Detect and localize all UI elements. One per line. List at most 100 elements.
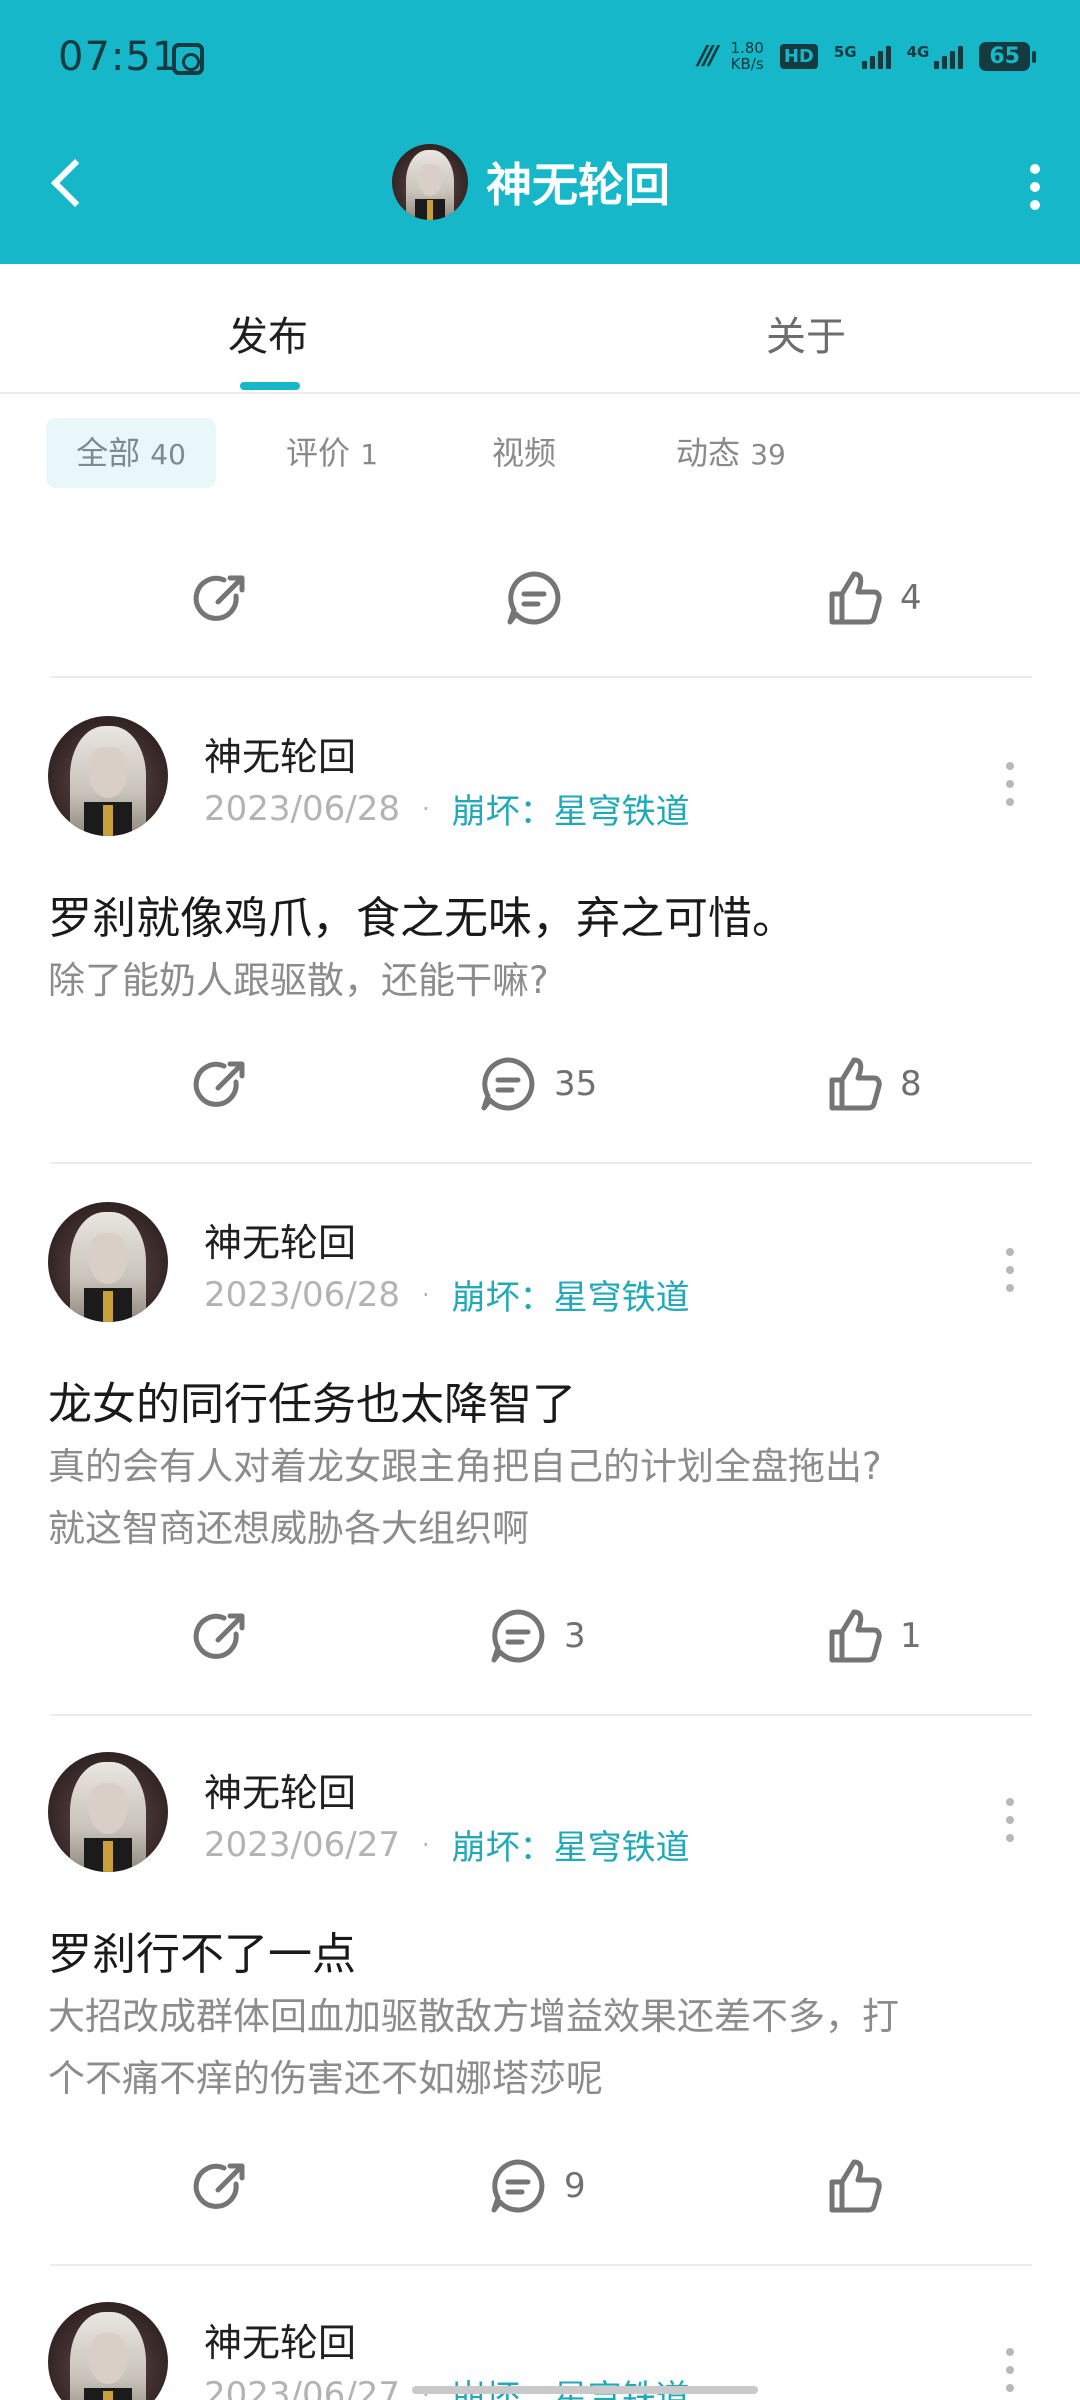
home-indicator[interactable] [412, 2386, 758, 2394]
filter-moments-count: 39 [750, 438, 786, 471]
filter-all-count: 40 [150, 438, 186, 471]
avatar [392, 144, 468, 220]
hd-voice-icon: HD [779, 43, 818, 69]
page-title: 神无轮回 [486, 158, 670, 212]
divider [50, 676, 1032, 678]
thumbs-up-icon [829, 1609, 882, 1663]
comment-button[interactable]: 3 [486, 1596, 586, 1676]
meta-separator: · [421, 1830, 430, 1859]
share-button[interactable] [190, 1044, 254, 1124]
post-feed[interactable]: 4 神无轮回 2023/06/28 · 崩坏：星穹铁道 罗刹就像鸡爪，食之无味，… [0, 506, 1080, 2400]
author-name[interactable]: 神无轮回 [204, 1762, 356, 1817]
post-body-line: 真的会有人对着龙女跟主角把自己的计划全盘拖出? [48, 1445, 882, 1488]
post-body: 除了能奶人跟驱散，还能干嘛? [48, 950, 1038, 1012]
signal-4g-icon: 4G [907, 43, 964, 69]
more-options-button[interactable] [1014, 156, 1054, 216]
post-body: 真的会有人对着龙女跟主角把自己的计划全盘拖出? 就这智商还想威胁各大组织啊 [48, 1436, 1038, 1560]
share-icon [193, 1613, 245, 1659]
post-date: 2023/06/28 [204, 1274, 400, 1315]
divider [50, 1162, 1032, 1164]
net-speed-value: 1.80 [730, 39, 764, 57]
status-time: 07:51 [58, 34, 179, 80]
status-indicators: /// 1.80 KB/s HD 5G 4G 65 [698, 40, 1036, 72]
post-body-line: 就这智商还想威胁各大组织啊 [48, 1507, 529, 1550]
profile-title[interactable]: 神无轮回 [392, 144, 670, 220]
author-name[interactable]: 神无轮回 [204, 2312, 356, 2367]
post-meta: 2023/06/27 · 崩坏：星穹铁道 [204, 1820, 690, 1869]
comment-count: 3 [564, 1616, 586, 1656]
post-title: 龙女的同行任务也太降智了 [48, 1379, 576, 1430]
comment-icon [491, 2159, 545, 2213]
share-button[interactable] [190, 1596, 254, 1676]
comment-button[interactable]: 9 [486, 2146, 586, 2226]
avatar[interactable] [48, 1202, 168, 1322]
post-title: 罗刹行不了一点 [48, 1929, 356, 1980]
filter-moments-label: 动态 [676, 434, 741, 472]
meta-separator: · [421, 794, 430, 823]
back-button[interactable] [40, 152, 100, 212]
filter-all-label: 全部 [76, 434, 141, 472]
post-actions: 4 [0, 558, 1080, 638]
notification-app-icon [172, 43, 204, 75]
comment-icon [481, 1057, 535, 1111]
meta-separator: · [421, 1280, 430, 1309]
post-body: 大招改成群体回血加驱散敌方增益效果还差不多，打 个不痛不痒的伤害还不如娜塔莎呢 [48, 1986, 1038, 2110]
nav-bar: 神无轮回 [0, 130, 1080, 250]
post-date: 2023/06/28 [204, 788, 400, 829]
avatar[interactable] [48, 2302, 168, 2400]
post-more-button[interactable] [1002, 2348, 1018, 2392]
post-body-line: 个不痛不痒的伤害还不如娜塔莎呢 [48, 2057, 603, 2100]
filter-reviews-count: 1 [360, 438, 379, 471]
filter-videos[interactable]: 视频 [492, 418, 556, 488]
share-button[interactable] [190, 2146, 254, 2226]
signal-5g-icon: 5G [834, 43, 891, 69]
like-button[interactable]: 1 [822, 1596, 922, 1676]
share-icon [193, 1061, 245, 1107]
like-count: 1 [900, 1616, 922, 1656]
author-name[interactable]: 神无轮回 [204, 1212, 356, 1267]
share-icon [193, 2163, 245, 2209]
comment-button[interactable]: 35 [476, 1044, 597, 1124]
post-meta: 2023/06/28 · 崩坏：星穹铁道 [204, 784, 690, 833]
thumbs-up-icon [829, 571, 882, 625]
battery-icon: 65 [979, 41, 1036, 71]
avatar[interactable] [48, 1752, 168, 1872]
like-button[interactable]: 8 [822, 1044, 922, 1124]
like-button[interactable] [822, 2146, 900, 2226]
thumbs-up-icon [829, 1057, 882, 1111]
post-date: 2023/06/27 [204, 2374, 400, 2400]
tab-indicator [240, 382, 300, 390]
app-header: 07:51 /// 1.80 KB/s HD 5G 4G 65 神无轮回 [0, 0, 1080, 264]
game-link[interactable]: 崩坏：星穹铁道 [452, 2370, 690, 2400]
game-link[interactable]: 崩坏：星穹铁道 [452, 1820, 690, 1869]
share-button[interactable] [190, 558, 254, 638]
share-icon [193, 575, 245, 621]
status-bar: 07:51 /// 1.80 KB/s HD 5G 4G 65 [0, 0, 1080, 120]
post-more-button[interactable] [1002, 1798, 1018, 1842]
game-link[interactable]: 崩坏：星穹铁道 [452, 784, 690, 833]
post-date: 2023/06/27 [204, 1824, 400, 1865]
comment-button[interactable] [502, 558, 566, 638]
filter-all[interactable]: 全部 40 [46, 418, 216, 488]
tab-publish[interactable]: 发布 [228, 304, 308, 362]
profile-tabs: 发布 关于 [0, 264, 1080, 394]
game-link[interactable]: 崩坏：星穹铁道 [452, 1270, 690, 1319]
like-button[interactable]: 4 [822, 558, 922, 638]
author-name[interactable]: 神无轮回 [204, 726, 356, 781]
avatar[interactable] [48, 716, 168, 836]
like-count: 8 [900, 1064, 922, 1104]
signal-5g-label: 5G [833, 43, 857, 61]
filter-reviews[interactable]: 评价 1 [286, 418, 378, 488]
filter-moments[interactable]: 动态 39 [676, 418, 786, 488]
like-count: 4 [900, 578, 922, 618]
net-speed-unit: KB/s [730, 55, 764, 73]
more-dot-icon [1030, 164, 1040, 174]
post-more-button[interactable] [1002, 1248, 1018, 1292]
tab-about[interactable]: 关于 [766, 304, 846, 362]
comment-count: 9 [564, 2166, 586, 2206]
net-speed: 1.80 KB/s [730, 40, 763, 72]
divider [50, 2264, 1032, 2266]
filter-bar: 全部 40 评价 1 视频 动态 39 [0, 396, 1080, 506]
filter-reviews-label: 评价 [286, 434, 351, 472]
post-more-button[interactable] [1002, 762, 1018, 806]
